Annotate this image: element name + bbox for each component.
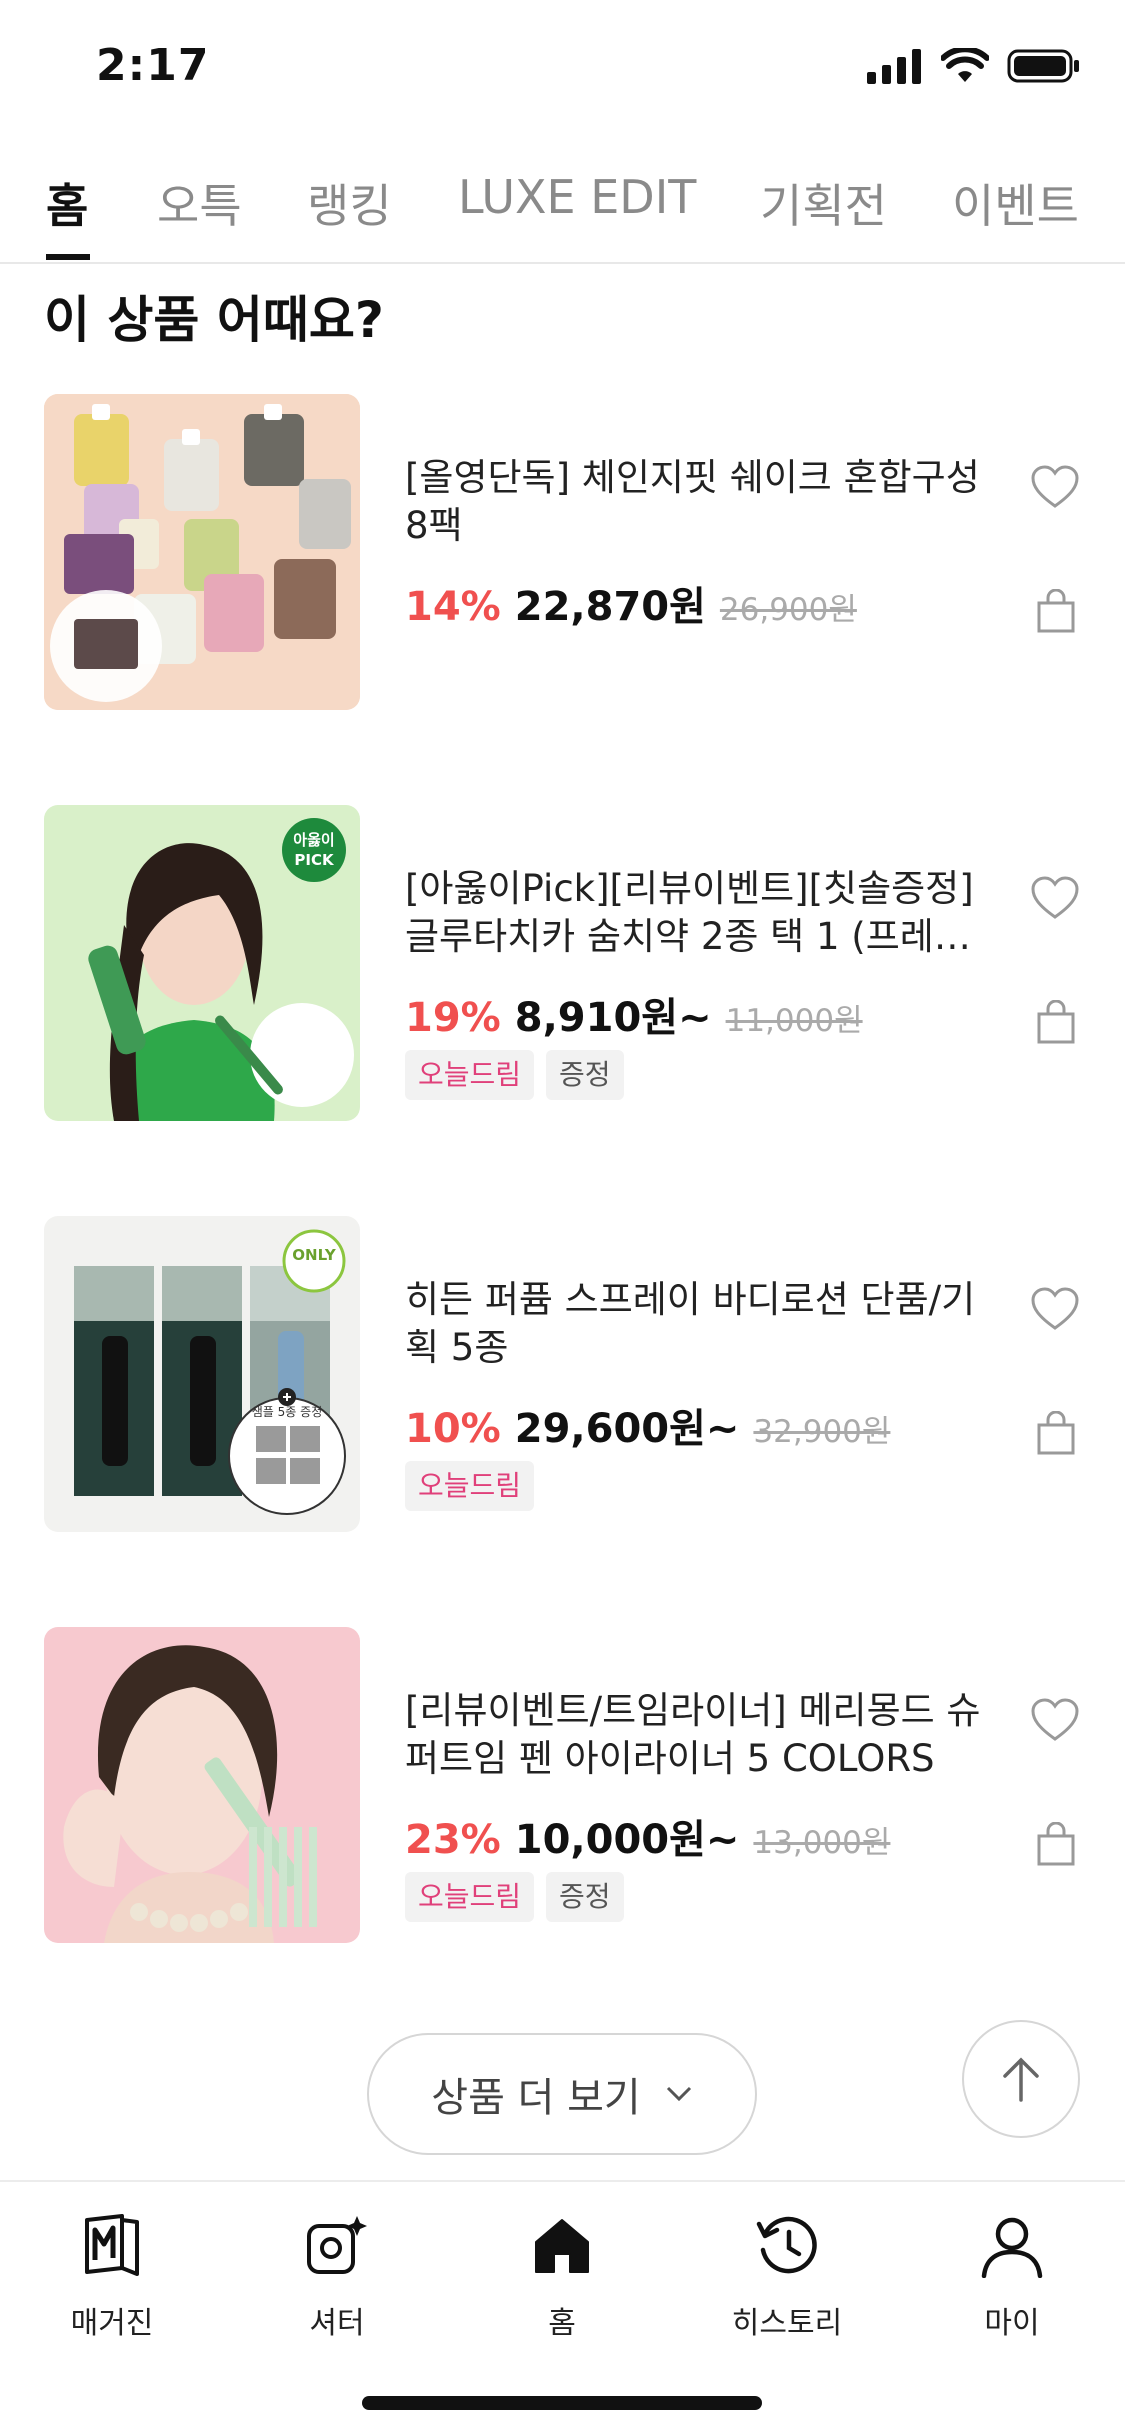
nav-label: 마이 — [984, 2306, 1040, 2341]
today-dream-badge: 오늘드림 — [405, 1050, 535, 1100]
category-tabs: 홈 오특 랭킹 LUXE EDIT 기획전 이벤트 — [0, 150, 1125, 264]
nav-home[interactable]: 홈 — [472, 2206, 652, 2342]
sale-price: 22,870원 — [514, 584, 706, 630]
gift-badge: 증정 — [546, 1872, 624, 1922]
nav-magazine[interactable]: 매거진 — [22, 2206, 202, 2342]
image-label-only: ONLY — [292, 1246, 337, 1264]
price-row: 19% 8,910원~ 11,000원 — [405, 985, 863, 1043]
nav-label: 셔터 — [309, 2306, 365, 2341]
tab-otuk[interactable]: 오특 — [157, 170, 242, 236]
nav-label: 홈 — [548, 2306, 576, 2341]
status-icons — [867, 48, 1081, 84]
today-dream-badge: 오늘드림 — [405, 1872, 535, 1922]
sale-price: 29,600원~ — [514, 1406, 740, 1452]
product-card[interactable]: [올영단독] 체인지핏 쉐이크 혼합구성 8팩 14% 22,870원 26,9… — [0, 394, 1125, 714]
price-row: 14% 22,870원 26,900원 — [405, 574, 857, 632]
heart-icon[interactable] — [1030, 875, 1080, 921]
shopping-bag-icon[interactable] — [1036, 1000, 1076, 1044]
scroll-to-top-button[interactable] — [962, 2020, 1080, 2138]
product-name[interactable]: [아옳이Pick][리뷰이벤트][칫솔증정] 글루타치카 숨치약 2종 택 1 … — [405, 865, 985, 961]
product-image-shake-pouches[interactable] — [44, 394, 360, 710]
discount-rate: 19% — [405, 995, 501, 1041]
original-price: 26,900원 — [719, 592, 857, 628]
tab-ranking[interactable]: 랭킹 — [307, 170, 392, 236]
home-icon — [535, 2219, 589, 2273]
today-dream-badge: 오늘드림 — [405, 1461, 535, 1511]
nav-history[interactable]: 히스토리 — [697, 2206, 877, 2342]
shopping-bag-icon[interactable] — [1036, 589, 1076, 633]
tab-luxe-edit[interactable]: LUXE EDIT — [458, 170, 696, 224]
product-card[interactable]: ONLY 샘플 5종 증정 히든 퍼퓸 스프레이 바디로션 단품/기획 5종 1… — [0, 1216, 1125, 1536]
badge-list: 오늘드림 증정 — [405, 1050, 624, 1100]
nav-label: 매거진 — [70, 2306, 154, 2341]
status-time: 2:17 — [96, 40, 210, 91]
magazine-icon — [85, 2214, 139, 2276]
original-price: 11,000원 — [725, 1003, 863, 1039]
arrow-up-icon — [1003, 2057, 1039, 2102]
discount-rate: 14% — [405, 584, 501, 630]
product-image-eyeliner-model[interactable] — [44, 1627, 360, 1943]
discount-rate: 10% — [405, 1406, 501, 1452]
tab-promotion[interactable]: 기획전 — [760, 170, 887, 236]
badge-list: 오늘드림 증정 — [405, 1872, 624, 1922]
image-label-samples: 샘플 5종 증정 — [252, 1405, 322, 1419]
heart-icon[interactable] — [1030, 464, 1080, 510]
active-tab-indicator — [46, 254, 90, 260]
sale-price: 8,910원~ — [514, 995, 712, 1041]
status-bar: 2:17 — [0, 0, 1125, 140]
product-name[interactable]: [리뷰이벤트/트임라이너] 메리몽드 슈퍼트임 펜 아이라이너 5 COLORS — [405, 1687, 985, 1783]
tab-event[interactable]: 이벤트 — [952, 170, 1079, 236]
gift-badge: 증정 — [546, 1050, 624, 1100]
shutter-icon — [307, 2216, 367, 2274]
product-image-toothpaste-model[interactable]: 아옳이 PICK — [44, 805, 360, 1121]
discount-rate: 23% — [405, 1817, 501, 1863]
nav-label: 히스토리 — [731, 2306, 843, 2341]
cellular-signal-icon — [867, 49, 921, 84]
tab-home[interactable]: 홈 — [46, 170, 88, 236]
home-indicator[interactable] — [362, 2396, 762, 2410]
nav-my[interactable]: 마이 — [922, 2206, 1102, 2342]
original-price: 32,900원 — [753, 1414, 891, 1450]
wifi-icon — [941, 48, 989, 82]
original-price: 13,000원 — [753, 1825, 891, 1861]
product-image-body-lotion-spray[interactable]: ONLY 샘플 5종 증정 — [44, 1216, 360, 1532]
heart-icon[interactable] — [1030, 1286, 1080, 1332]
person-icon — [981, 2217, 1043, 2278]
chevron-down-icon — [666, 2086, 691, 2102]
history-icon — [756, 2216, 817, 2274]
heart-icon[interactable] — [1030, 1697, 1080, 1743]
price-row: 23% 10,000원~ 13,000원 — [405, 1807, 890, 1865]
more-products-label: 상품 더 보기 — [431, 2075, 641, 2121]
battery-icon — [1007, 49, 1079, 83]
more-products-button[interactable]: 상품 더 보기 — [367, 2033, 757, 2155]
image-label-pick: PICK — [294, 851, 335, 869]
image-label-aoli: 아옳이 — [293, 831, 334, 849]
product-name[interactable]: [올영단독] 체인지핏 쉐이크 혼합구성 8팩 — [405, 454, 985, 550]
shopping-bag-icon[interactable] — [1036, 1411, 1076, 1455]
price-row: 10% 29,600원~ 32,900원 — [405, 1396, 890, 1454]
badge-list: 오늘드림 — [405, 1461, 535, 1511]
nav-shutter[interactable]: 셔터 — [247, 2206, 427, 2342]
shopping-bag-icon[interactable] — [1036, 1822, 1076, 1866]
product-card[interactable]: [리뷰이벤트/트임라이너] 메리몽드 슈퍼트임 펜 아이라이너 5 COLORS… — [0, 1627, 1125, 1947]
product-card[interactable]: 아옳이 PICK [아옳이Pick][리뷰이벤트][칫솔증정] 글루타치카 숨치… — [0, 805, 1125, 1125]
sale-price: 10,000원~ — [514, 1817, 740, 1863]
section-title: 이 상품 어때요? — [44, 291, 384, 349]
product-name[interactable]: 히든 퍼퓸 스프레이 바디로션 단품/기획 5종 — [405, 1276, 985, 1372]
